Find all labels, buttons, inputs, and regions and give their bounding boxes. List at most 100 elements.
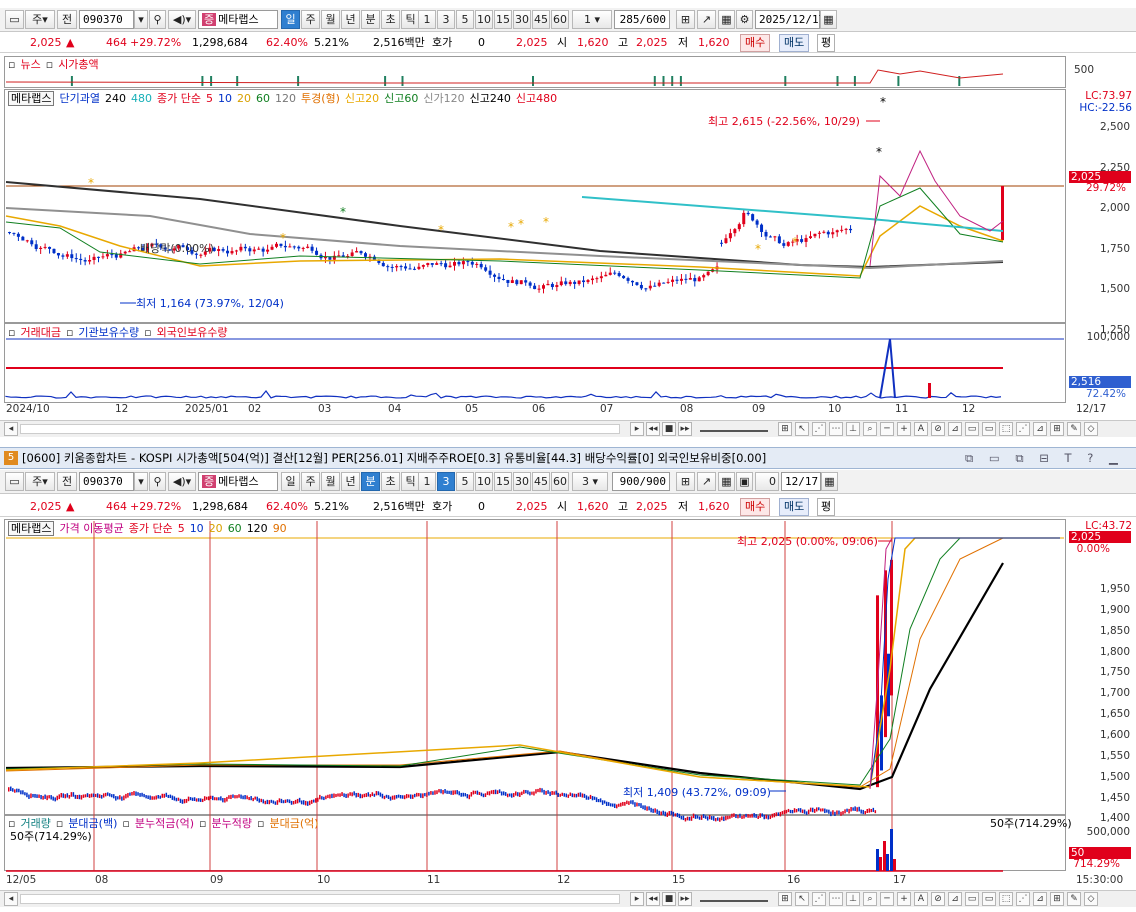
minute-button-45[interactable]: 45 bbox=[532, 472, 550, 491]
draw-tool-icon[interactable]: ⌕ bbox=[863, 892, 877, 906]
draw-tool-icon[interactable]: ✎ bbox=[1067, 422, 1081, 436]
stock-name-field[interactable]: 증 메타랩스 bbox=[198, 10, 278, 29]
period-button-5[interactable]: 초 bbox=[381, 472, 400, 491]
forward-icon[interactable]: ▸▸ bbox=[678, 892, 692, 906]
draw-tool-icon[interactable]: ⬚ bbox=[999, 892, 1013, 906]
calendar-icon[interactable]: ▦ bbox=[821, 472, 838, 491]
draw-tool-icon[interactable]: ⋰ bbox=[1016, 892, 1030, 906]
draw-tool-icon[interactable]: ⊿ bbox=[948, 892, 962, 906]
layout-icon[interactable]: ▭ bbox=[5, 10, 24, 29]
code-dropdown-icon[interactable]: ▾ bbox=[134, 10, 148, 29]
bottom-scrollbar[interactable]: ◂ ▸ ◂◂ ■ ▸▸ ⊞ ↖ ⋰ ⋯ ⊥ ⌕ ─ + A ⊘ ⊿ ▭ ▭ ⬚ ⋰ ⊿ ⊞ ✎ ◇ bbox=[0, 890, 1136, 907]
play-icon[interactable]: ▸ bbox=[630, 892, 644, 906]
draw-tool-icon[interactable]: ▭ bbox=[965, 422, 979, 436]
draw-tool-icon[interactable]: ⊥ bbox=[846, 892, 860, 906]
draw-tool-icon[interactable]: ◇ bbox=[1084, 422, 1098, 436]
draw-tool-icon[interactable]: ⊞ bbox=[778, 892, 792, 906]
draw-tool-icon[interactable]: ⋰ bbox=[1016, 422, 1030, 436]
minute-button-15[interactable]: 15 bbox=[494, 10, 512, 29]
save-icon[interactable]: ▣ bbox=[736, 472, 753, 491]
stop-icon[interactable]: ■ bbox=[662, 422, 676, 436]
sell-button[interactable]: 매도 bbox=[779, 34, 810, 52]
period-button-4[interactable]: 분 bbox=[361, 472, 380, 491]
interval-select[interactable]: 1 ▾ bbox=[572, 10, 612, 29]
period-button-0[interactable]: 일 bbox=[281, 472, 300, 491]
sell-button[interactable]: 매도 bbox=[779, 498, 810, 516]
gear-icon[interactable]: ⚙ bbox=[736, 10, 753, 29]
sound-icon[interactable]: ◀)▾ bbox=[168, 10, 196, 29]
tool-icon[interactable]: ⊞ bbox=[676, 10, 695, 29]
minute-button-10[interactable]: 10 bbox=[475, 10, 493, 29]
layout-icon[interactable]: ▭ bbox=[5, 472, 24, 491]
draw-tool-icon[interactable]: ◇ bbox=[1084, 892, 1098, 906]
period-button-3[interactable]: 년 bbox=[341, 472, 360, 491]
period-button-2[interactable]: 월 bbox=[321, 472, 340, 491]
period-button-3[interactable]: 년 bbox=[341, 10, 360, 29]
draw-tool-icon[interactable]: ↖ bbox=[795, 892, 809, 906]
minute-button-1[interactable]: 1 bbox=[418, 472, 436, 491]
minute-button-60[interactable]: 60 bbox=[551, 472, 569, 491]
minute-button-3[interactable]: 3 bbox=[437, 472, 455, 491]
draw-tool-icon[interactable]: + bbox=[897, 892, 911, 906]
scroll-left-icon[interactable]: ◂ bbox=[4, 422, 18, 436]
play-icon[interactable]: ▸ bbox=[630, 422, 644, 436]
minute-button-30[interactable]: 30 bbox=[513, 472, 531, 491]
chart-icon[interactable]: ↗ bbox=[697, 472, 716, 491]
period-button-1[interactable]: 주 bbox=[301, 472, 320, 491]
period-button-5[interactable]: 초 bbox=[381, 10, 400, 29]
date-field[interactable]: 12/17 bbox=[781, 472, 821, 491]
minute-button-45[interactable]: 45 bbox=[532, 10, 550, 29]
minute-button-5[interactable]: 5 bbox=[456, 472, 474, 491]
sound-icon[interactable]: ◀)▾ bbox=[168, 472, 196, 491]
draw-tool-icon[interactable]: ⋰ bbox=[812, 422, 826, 436]
draw-tool-icon[interactable]: ⊘ bbox=[931, 422, 945, 436]
rewind-icon[interactable]: ◂◂ bbox=[646, 892, 660, 906]
prev-button[interactable]: 전 bbox=[57, 472, 77, 491]
scroll-left-icon[interactable]: ◂ bbox=[4, 892, 18, 906]
draw-tool-icon[interactable]: ⊞ bbox=[1050, 892, 1064, 906]
draw-tool-icon[interactable]: ▭ bbox=[982, 422, 996, 436]
code-dropdown-icon[interactable]: ▾ bbox=[134, 472, 148, 491]
prev-button[interactable]: 전 bbox=[57, 10, 77, 29]
draw-tool-icon[interactable]: ⋯ bbox=[829, 422, 843, 436]
interval-select[interactable]: 3 ▾ bbox=[572, 472, 608, 491]
draw-tool-icon[interactable]: ⊘ bbox=[931, 892, 945, 906]
count-field[interactable]: 900/900 bbox=[612, 472, 670, 491]
eval-button[interactable]: 평 bbox=[817, 498, 836, 516]
search-icon[interactable]: ⚲ bbox=[149, 472, 166, 491]
draw-tool-icon[interactable]: ⬚ bbox=[999, 422, 1013, 436]
minute-button-5[interactable]: 5 bbox=[456, 10, 474, 29]
draw-tool-icon[interactable]: ⌕ bbox=[863, 422, 877, 436]
code-input[interactable]: 090370 bbox=[79, 472, 134, 491]
grid-icon[interactable]: ▦ bbox=[718, 10, 735, 29]
period-button-0[interactable]: 일 bbox=[281, 10, 300, 29]
draw-tool-icon[interactable]: ─ bbox=[880, 422, 894, 436]
period-button-2[interactable]: 월 bbox=[321, 10, 340, 29]
rewind-icon[interactable]: ◂◂ bbox=[646, 422, 660, 436]
stop-icon[interactable]: ■ bbox=[662, 892, 676, 906]
code-input[interactable]: 090370 bbox=[79, 10, 134, 29]
grid-icon[interactable]: ▦ bbox=[718, 472, 735, 491]
draw-tool-icon[interactable]: ⊞ bbox=[778, 422, 792, 436]
forward-icon[interactable]: ▸▸ bbox=[678, 422, 692, 436]
buy-button[interactable]: 매수 bbox=[740, 498, 771, 516]
chart-icon[interactable]: ↗ bbox=[697, 10, 716, 29]
stock-name-field[interactable]: 증 메타랩스 bbox=[198, 472, 278, 491]
market-select[interactable]: 주▾ bbox=[25, 472, 55, 491]
draw-tool-icon[interactable]: ✎ bbox=[1067, 892, 1081, 906]
minute-button-10[interactable]: 10 bbox=[475, 472, 493, 491]
minute-button-30[interactable]: 30 bbox=[513, 10, 531, 29]
draw-tool-icon[interactable]: ↖ bbox=[795, 422, 809, 436]
search-icon[interactable]: ⚲ bbox=[149, 10, 166, 29]
top-scrollbar[interactable]: ◂ ▸ ◂◂ ■ ▸▸ ⊞ ↖ ⋰ ⋯ ⊥ ⌕ ─ + A ⊘ ⊿ ▭ ▭ ⬚ ⋰ ⊿ ⊞ ✎ ◇ bbox=[0, 420, 1136, 437]
count-field[interactable]: 285/600 bbox=[614, 10, 670, 29]
draw-tool-icon[interactable]: ⋯ bbox=[829, 892, 843, 906]
draw-tool-icon[interactable]: ▭ bbox=[965, 892, 979, 906]
zoom-slider[interactable] bbox=[700, 896, 768, 902]
buy-button[interactable]: 매수 bbox=[740, 34, 771, 52]
draw-tool-icon[interactable]: ⊥ bbox=[846, 422, 860, 436]
draw-tool-icon[interactable]: ⋰ bbox=[812, 892, 826, 906]
period-button-1[interactable]: 주 bbox=[301, 10, 320, 29]
draw-tool-icon[interactable]: ▭ bbox=[982, 892, 996, 906]
zoom-slider[interactable] bbox=[700, 426, 768, 432]
